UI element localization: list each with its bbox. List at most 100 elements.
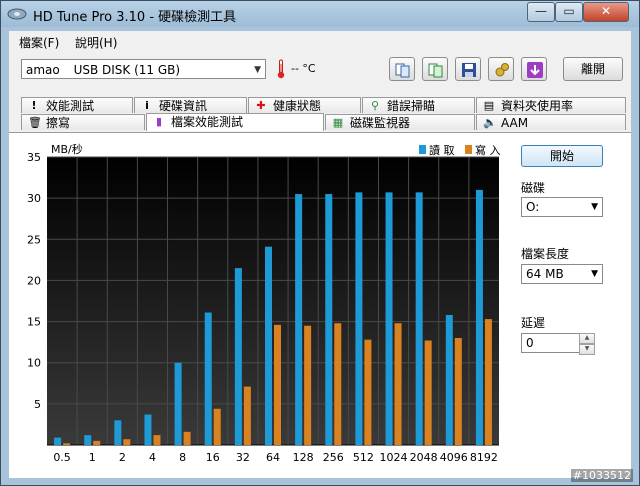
drive-model: USB DISK (11 GB): [73, 63, 181, 77]
legend-swatch: [465, 145, 472, 154]
copy-text-icon: [395, 63, 410, 78]
tab-erase[interactable]: 🗑 擦寫: [21, 114, 145, 130]
x-tick-label: 1: [89, 451, 96, 464]
copy-screen-button[interactable]: [422, 57, 448, 81]
drive-label: 磁碟: [521, 181, 546, 195]
tab-label: 健康狀態: [273, 99, 322, 113]
window-title: HD Tune Pro 3.10 - 硬碟檢測工具: [33, 10, 237, 25]
bar-read: [295, 194, 303, 445]
legend-label: 讀 取: [429, 143, 455, 157]
menu-file[interactable]: 檔案(F): [19, 34, 59, 51]
file-length-value: 64 MB: [526, 267, 564, 281]
bar-read: [174, 362, 182, 445]
y-tick-label: 30: [27, 192, 41, 205]
bar-read: [325, 194, 333, 445]
folder-icon: ▤: [483, 99, 495, 112]
options-icon: [495, 63, 509, 77]
copy-text-button[interactable]: [389, 57, 415, 81]
delay-label: 延遲: [521, 316, 546, 330]
close-button[interactable]: ✕: [583, 2, 629, 22]
legend-swatch: [419, 145, 426, 154]
health-cross-icon: ✚: [256, 99, 266, 112]
bar-write: [153, 435, 161, 445]
bar-write: [93, 440, 101, 445]
bar-write: [424, 340, 432, 445]
bar-read: [234, 268, 242, 445]
transfer-rate-chart: 5 10 15 20 25 30 35 MB/秒 讀 取 寫 入 0.5 1 2 4 8 16 32 64 128 2…: [27, 142, 501, 464]
y-axis-label: MB/秒: [51, 142, 83, 156]
bar-write: [213, 408, 221, 445]
x-tick-label: 4096: [440, 451, 468, 464]
info-icon: i: [145, 99, 149, 112]
tab-label: 硬碟資訊: [159, 99, 208, 113]
tab-label: 檔案效能測試: [171, 115, 244, 129]
x-tick-label: 512: [353, 451, 374, 464]
bar-read: [144, 414, 152, 445]
maximize-button[interactable]: ▭: [555, 2, 583, 22]
x-tick-label: 64: [266, 451, 280, 464]
save-icon: [462, 63, 476, 77]
bar-read: [445, 314, 453, 445]
tab-disk-monitor[interactable]: ▦ 磁碟監視器: [325, 114, 475, 130]
options-button[interactable]: [488, 57, 514, 81]
temperature-readout: -- °C: [291, 62, 316, 75]
tab-benchmark[interactable]: ! 效能測試: [21, 97, 133, 113]
file-length-select[interactable]: 64 MB ▼: [521, 264, 603, 284]
x-tick-label: 2048: [410, 451, 438, 464]
bar-write: [454, 338, 462, 445]
watermark: #1033512: [570, 469, 633, 482]
bar-write: [364, 339, 372, 445]
x-tick-label: 0.5: [53, 451, 71, 464]
bar-read: [355, 192, 363, 445]
bar-read: [385, 192, 393, 445]
file-length-label: 檔案長度: [521, 247, 570, 261]
minimize-button[interactable]: —: [527, 2, 555, 22]
start-button[interactable]: 開始: [521, 145, 603, 167]
tab-aam[interactable]: 🔈 AAM: [476, 114, 626, 130]
client-area: 檔案(F) 說明(H) amao USB DISK (11 GB) ▼ -- °…: [9, 31, 631, 478]
bar-write: [63, 443, 71, 445]
delay-stepper[interactable]: ▲ ▼: [579, 333, 595, 355]
menu-bar: 檔案(F) 說明(H): [9, 31, 631, 51]
save-button[interactable]: [455, 57, 481, 81]
bar-read: [204, 312, 212, 445]
y-tick-label: 25: [27, 233, 41, 246]
bar-write: [183, 431, 191, 445]
spin-up-icon[interactable]: ▲: [579, 333, 595, 344]
drive-name: amao: [26, 63, 60, 77]
y-tick-label: 35: [27, 151, 41, 164]
title-bar[interactable]: HD Tune Pro 3.10 - 硬碟檢測工具 — ▭ ✕: [1, 1, 639, 27]
x-tick-label: 2: [119, 451, 126, 464]
tab-folder-usage[interactable]: ▤ 資料夾使用率: [476, 97, 626, 113]
drive-select[interactable]: amao USB DISK (11 GB) ▼: [21, 59, 266, 79]
x-tick-label: 4: [149, 451, 156, 464]
x-tick-label: 32: [236, 451, 250, 464]
tab-label: 效能測試: [46, 99, 95, 113]
y-tick-label: 15: [27, 316, 41, 329]
exit-button[interactable]: 離開: [563, 57, 623, 81]
copy-screen-icon: [428, 63, 443, 78]
tab-health[interactable]: ✚ 健康狀態: [248, 97, 361, 113]
bar-read: [114, 420, 122, 445]
tab-error-scan[interactable]: ⚲ 錯誤掃瞄: [362, 97, 475, 113]
bar-write: [123, 439, 131, 445]
drive-letter-value: O:: [526, 200, 540, 214]
tab-label: 錯誤掃瞄: [387, 99, 436, 113]
tab-label: 磁碟監視器: [350, 116, 411, 130]
drive-letter-select[interactable]: O: ▼: [521, 197, 603, 217]
bar-write: [484, 319, 492, 445]
toolbar: amao USB DISK (11 GB) ▼ -- °C 離開: [9, 55, 631, 87]
menu-help[interactable]: 說明(H): [75, 34, 117, 51]
download-button[interactable]: [521, 57, 547, 81]
monitor-icon: ▦: [332, 116, 344, 129]
y-tick-label: 20: [27, 274, 41, 287]
tab-file-benchmark[interactable]: ▮ 檔案效能測試: [146, 113, 324, 131]
app-window: HD Tune Pro 3.10 - 硬碟檢測工具 — ▭ ✕ 檔案(F) 說明…: [0, 0, 640, 486]
bar-write: [334, 323, 342, 445]
speaker-icon: 🔈: [483, 116, 497, 129]
thermometer-icon: [277, 59, 285, 79]
spin-down-icon[interactable]: ▼: [579, 344, 595, 355]
tab-disk-info[interactable]: i 硬碟資訊: [134, 97, 247, 113]
chevron-down-icon: ▼: [591, 202, 598, 212]
bar-read: [54, 437, 62, 445]
